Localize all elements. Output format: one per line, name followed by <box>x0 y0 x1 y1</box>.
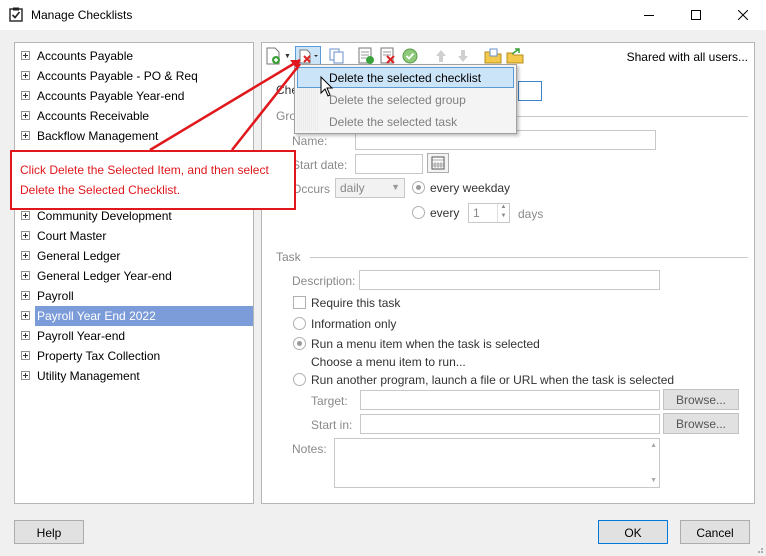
tree-item-selected[interactable]: Payroll Year End 2022 <box>17 306 253 326</box>
start-in-browse-button[interactable]: Browse... <box>663 413 739 434</box>
export-icon[interactable] <box>506 47 524 65</box>
move-up-icon[interactable] <box>432 47 450 65</box>
tree-item[interactable]: Utility Management <box>17 366 253 386</box>
expand-icon[interactable] <box>21 51 30 60</box>
group-divider <box>512 116 748 117</box>
calendar-button[interactable] <box>427 153 449 173</box>
complete-icon[interactable] <box>401 47 419 65</box>
close-button[interactable] <box>720 0 766 30</box>
tree-item[interactable]: Backflow Management <box>17 126 253 146</box>
start-date-label: Start date: <box>292 158 348 172</box>
every-label: every <box>430 206 460 220</box>
group-name-label: Name: <box>292 134 328 148</box>
mouse-cursor-icon <box>320 76 334 97</box>
target-label: Target: <box>311 394 348 408</box>
minimize-icon <box>644 15 654 16</box>
import-icon[interactable] <box>484 47 502 65</box>
description-label: Description: <box>292 274 356 288</box>
move-down-icon[interactable] <box>454 47 472 65</box>
delete-selected-task-item[interactable]: Delete the selected task <box>297 111 514 132</box>
every-days-stepper[interactable]: 1 ▲ ▼ <box>468 203 510 223</box>
tree-item[interactable]: Property Tax Collection <box>17 346 253 366</box>
checklist-app-icon <box>9 7 23 22</box>
tree-item[interactable]: Accounts Payable Year-end <box>17 86 253 106</box>
expand-icon[interactable] <box>21 371 30 380</box>
maximize-icon <box>691 10 701 20</box>
tree-item[interactable]: Payroll <box>17 286 253 306</box>
minimize-button[interactable] <box>626 0 672 30</box>
occurs-label: Occurs <box>292 182 331 196</box>
group-legend: Gro <box>276 109 297 123</box>
callout-text: Click Delete the Selected Item, and then… <box>20 163 269 197</box>
information-only-label: Information only <box>311 317 397 331</box>
run-program-radio[interactable] <box>293 373 306 386</box>
expand-icon[interactable] <box>21 131 30 140</box>
require-task-checkbox[interactable] <box>293 296 306 309</box>
close-icon <box>738 10 748 20</box>
expand-icon[interactable] <box>21 91 30 100</box>
instruction-callout: Click Delete the Selected Item, and then… <box>10 150 296 210</box>
expand-icon[interactable] <box>21 331 30 340</box>
help-button[interactable]: Help <box>14 520 84 544</box>
spin-down-icon[interactable]: ▼ <box>497 213 509 222</box>
expand-icon[interactable] <box>21 251 30 260</box>
run-menu-item-label: Run a menu item when the task is selecte… <box>311 337 540 351</box>
expand-icon[interactable] <box>21 231 30 240</box>
every-n-days-radio[interactable] <box>412 206 425 219</box>
tree-item[interactable]: Accounts Payable - PO & Req <box>17 66 253 86</box>
delete-task-icon[interactable] <box>379 47 397 65</box>
expand-icon[interactable] <box>21 71 30 80</box>
notes-label: Notes: <box>292 442 327 456</box>
checklist-name-input[interactable] <box>518 81 542 101</box>
window-title: Manage Checklists <box>31 8 133 22</box>
scroll-down-icon[interactable]: ▼ <box>650 477 657 484</box>
new-item-icon[interactable] <box>264 47 282 65</box>
tree-item[interactable]: Court Master <box>17 226 253 246</box>
copy-icon[interactable] <box>328 47 346 65</box>
choose-menu-item-link[interactable]: Choose a menu item to run... <box>311 355 466 369</box>
cancel-button[interactable]: Cancel <box>680 520 750 544</box>
add-task-icon[interactable] <box>357 47 375 65</box>
expand-icon[interactable] <box>21 311 30 320</box>
notes-textarea[interactable]: ▲ ▼ <box>334 438 660 488</box>
every-weekday-label: every weekday <box>430 181 511 195</box>
start-in-label: Start in: <box>311 418 353 432</box>
new-dropdown-arrow-icon[interactable]: ▼ <box>284 53 291 60</box>
spin-up-icon[interactable]: ▲ <box>497 204 509 213</box>
shared-with-all-users-link[interactable]: Shared with all users... <box>627 50 748 64</box>
tree-item[interactable]: Accounts Receivable <box>17 106 253 126</box>
expand-icon[interactable] <box>21 271 30 280</box>
tree-item[interactable]: Accounts Payable <box>17 46 253 66</box>
expand-icon[interactable] <box>21 111 30 120</box>
occurs-select[interactable]: daily ▼ <box>335 178 405 198</box>
expand-icon[interactable] <box>21 351 30 360</box>
maximize-button[interactable] <box>673 0 719 30</box>
scroll-up-icon[interactable]: ▲ <box>650 442 657 449</box>
tree-item[interactable]: General Ledger <box>17 246 253 266</box>
tree-item[interactable]: General Ledger Year-end <box>17 266 253 286</box>
information-only-radio[interactable] <box>293 317 306 330</box>
expand-icon[interactable] <box>21 211 30 220</box>
start-date-input[interactable] <box>355 154 423 174</box>
calendar-icon <box>431 156 445 170</box>
require-task-label: Require this task <box>311 296 401 310</box>
task-description-input[interactable] <box>359 270 660 290</box>
chevron-down-icon: ▼ <box>391 182 400 192</box>
days-label: days <box>518 207 544 221</box>
run-program-label: Run another program, launch a file or UR… <box>311 373 675 387</box>
checklist-tree[interactable]: Accounts Payable Accounts Payable - PO &… <box>14 42 254 504</box>
every-weekday-radio[interactable] <box>412 181 425 194</box>
title-bar: Manage Checklists <box>0 0 766 30</box>
tree-item[interactable]: Payroll Year-end <box>17 326 253 346</box>
expand-icon[interactable] <box>21 291 30 300</box>
task-legend: Task <box>276 250 301 264</box>
run-menu-item-radio[interactable] <box>293 337 306 350</box>
task-divider <box>310 257 748 258</box>
target-browse-button[interactable]: Browse... <box>663 389 739 410</box>
delete-menu: Delete the selected checklist Delete the… <box>294 64 517 134</box>
start-in-input[interactable] <box>360 414 660 434</box>
ok-button[interactable]: OK <box>598 520 668 544</box>
resize-grip-icon[interactable] <box>754 544 764 554</box>
target-input[interactable] <box>360 390 660 410</box>
